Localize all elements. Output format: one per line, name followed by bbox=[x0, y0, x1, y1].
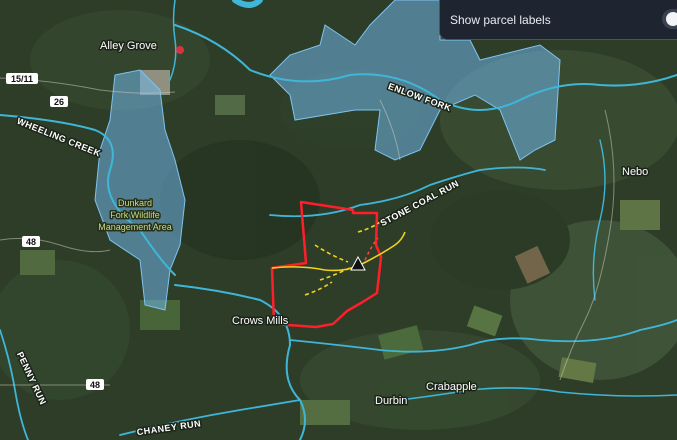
place-label-nebo: Nebo bbox=[622, 166, 648, 178]
pin-marker[interactable] bbox=[176, 46, 184, 54]
route-shield-48-lower: 48 bbox=[86, 379, 104, 390]
parcel-labels-toggle-switch[interactable] bbox=[662, 9, 677, 29]
svg-text:48: 48 bbox=[90, 380, 100, 390]
parcel-labels-toggle-label: Show parcel labels bbox=[450, 12, 551, 27]
wma-label-line1: Dunkard bbox=[118, 198, 152, 208]
place-label-alley-grove: Alley Grove bbox=[100, 40, 157, 52]
map-canvas[interactable]: 15/11 26 48 48 Alley Grove Nebo Crows Mi… bbox=[0, 0, 677, 440]
place-label-crows-mills: Crows Mills bbox=[232, 315, 289, 327]
place-label-durbin: Durbin bbox=[375, 395, 407, 407]
route-shield-48-upper: 48 bbox=[22, 236, 40, 247]
wma-label-line2: Fork Wildlife bbox=[110, 210, 160, 220]
wma-label-line3: Management Area bbox=[98, 222, 172, 232]
svg-text:26: 26 bbox=[54, 97, 64, 107]
toggle-knob[interactable] bbox=[666, 12, 677, 26]
place-label-crabapple: Crabapple bbox=[426, 381, 477, 393]
route-shield-15-11: 15/11 bbox=[6, 73, 38, 84]
svg-text:48: 48 bbox=[26, 237, 36, 247]
svg-text:15/11: 15/11 bbox=[11, 74, 33, 84]
route-shield-26: 26 bbox=[50, 96, 68, 107]
parcel-labels-toggle-panel: Show parcel labels bbox=[439, 0, 677, 40]
